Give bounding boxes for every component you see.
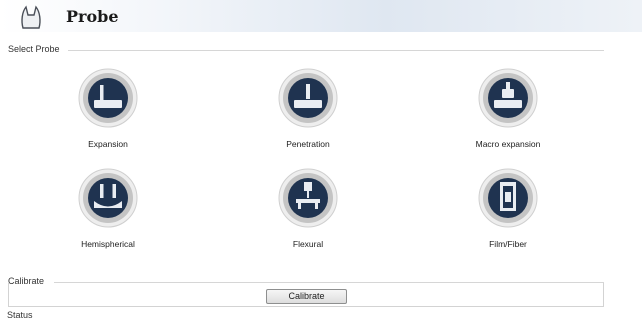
probe-option-flexural[interactable]: Flexural <box>248 168 368 263</box>
select-probe-group-title: Select Probe <box>8 44 60 54</box>
page-title: Probe <box>66 7 119 26</box>
flexural-probe-icon <box>278 168 338 228</box>
probe-label: Expansion <box>88 139 128 149</box>
calibrate-button[interactable]: Calibrate <box>266 289 347 304</box>
probe-option-macro-expansion[interactable]: Macro expansion <box>448 68 568 163</box>
probe-option-hemispherical[interactable]: Hemispherical <box>48 168 168 263</box>
probe-option-film-fiber[interactable]: Film/Fiber <box>448 168 568 263</box>
probe-label: Penetration <box>286 139 330 149</box>
probe-label: Macro expansion <box>475 139 541 149</box>
group-divider <box>68 50 604 51</box>
probe-tip-icon <box>21 5 41 29</box>
macro-expansion-probe-icon <box>478 68 538 128</box>
probe-label: Film/Fiber <box>489 239 527 249</box>
probe-option-expansion[interactable]: Expansion <box>48 68 168 163</box>
expansion-probe-icon <box>78 68 138 128</box>
hemispherical-probe-icon <box>78 168 138 228</box>
probe-option-penetration[interactable]: Penetration <box>248 68 368 163</box>
film-fiber-probe-icon <box>478 168 538 228</box>
probe-label: Flexural <box>292 239 324 249</box>
probe-label: Hemispherical <box>81 239 135 249</box>
title-bar: Probe <box>0 0 642 32</box>
status-label: Status <box>7 310 33 320</box>
penetration-probe-icon <box>278 68 338 128</box>
